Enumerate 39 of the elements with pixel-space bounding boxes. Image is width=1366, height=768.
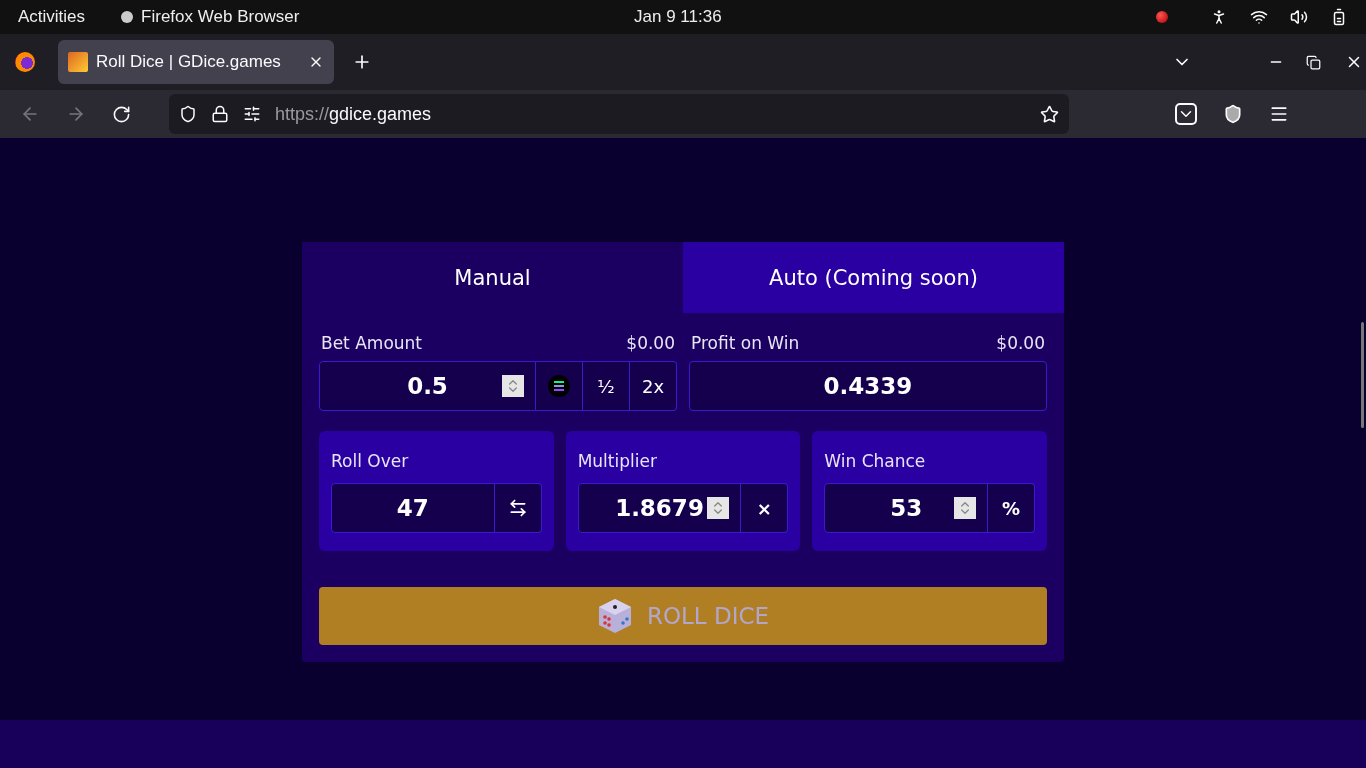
permissions-icon[interactable] bbox=[243, 105, 261, 123]
profit-label: Profit on Win bbox=[691, 333, 800, 353]
dice-icon bbox=[596, 597, 633, 635]
param-label: Multiplier bbox=[577, 451, 658, 471]
browser-tab[interactable]: Roll Dice | GDice.games bbox=[58, 40, 334, 84]
reload-icon[interactable] bbox=[112, 104, 131, 124]
param-input[interactable]: 53 bbox=[824, 483, 988, 533]
mode-tab[interactable]: Auto (Coming soon) bbox=[683, 242, 1064, 313]
profit-usd-value: $0.00 bbox=[996, 333, 1045, 353]
bet-amount-label: Bet Amount bbox=[321, 333, 422, 353]
param-input[interactable]: 1.8679 bbox=[577, 483, 742, 533]
param-input[interactable]: 47 bbox=[331, 483, 495, 533]
coin-icon bbox=[548, 375, 570, 397]
half-button[interactable]: ½ bbox=[583, 361, 630, 411]
param-label: Win Chance bbox=[824, 451, 927, 471]
star-icon[interactable] bbox=[1040, 104, 1059, 124]
bet-usd-value: $0.00 bbox=[626, 333, 675, 353]
address-bar[interactable]: https://gdice.games bbox=[169, 94, 1069, 134]
spinner-icon[interactable] bbox=[707, 497, 730, 519]
bet-amount-input[interactable]: 0.5 bbox=[319, 361, 536, 411]
scrollbar[interactable] bbox=[1361, 322, 1364, 428]
app-name[interactable]: Firefox Web Browser bbox=[141, 7, 300, 27]
unit-button[interactable]: % bbox=[988, 483, 1035, 533]
param-label: Roll Over bbox=[331, 451, 410, 471]
recording-icon[interactable] bbox=[1156, 11, 1168, 23]
swap-button[interactable] bbox=[494, 483, 542, 533]
dice-favicon-icon bbox=[68, 52, 88, 72]
wifi-icon[interactable] bbox=[1250, 8, 1268, 26]
coin-button[interactable] bbox=[536, 361, 583, 411]
lock-icon[interactable] bbox=[211, 105, 229, 123]
activities-button[interactable]: Activities bbox=[18, 7, 86, 27]
menu-icon[interactable] bbox=[1269, 104, 1289, 124]
shield-icon[interactable] bbox=[179, 105, 197, 123]
clock[interactable]: Jan 9 11:36 bbox=[634, 7, 722, 27]
double-button[interactable]: 2x bbox=[630, 361, 677, 411]
unit-button[interactable]: × bbox=[741, 483, 789, 533]
profit-input[interactable]: 0.4339 bbox=[689, 361, 1047, 411]
volume-icon[interactable] bbox=[1290, 8, 1308, 26]
restore-icon[interactable] bbox=[1306, 54, 1321, 70]
